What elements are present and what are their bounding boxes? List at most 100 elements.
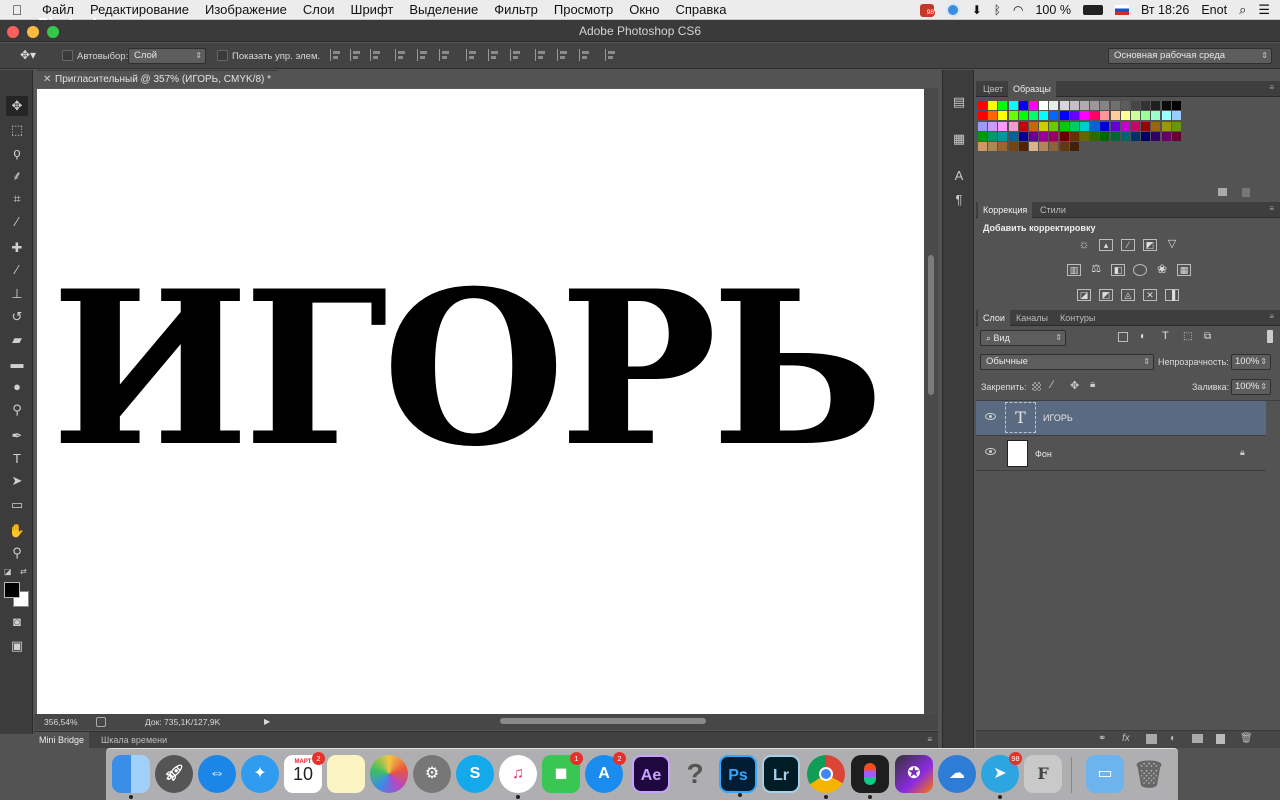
- layer-row-background[interactable]: Фон 🔒︎: [976, 436, 1266, 471]
- brush-tool-icon[interactable]: ∕: [6, 260, 28, 280]
- crop-tool-icon[interactable]: ⌗: [6, 189, 28, 209]
- color-swatch[interactable]: [1018, 111, 1028, 121]
- quick-mask-icon[interactable]: ◙: [6, 612, 28, 632]
- layer-visibility-eye-icon[interactable]: [985, 448, 996, 455]
- color-swatch[interactable]: [1039, 131, 1049, 141]
- color-swatch[interactable]: [1141, 131, 1151, 141]
- new-swatch-icon[interactable]: [1218, 188, 1227, 196]
- vertical-scroll-thumb[interactable]: [928, 255, 934, 395]
- lasso-tool-icon[interactable]: ϙ: [6, 143, 28, 163]
- color-swatch[interactable]: [1039, 121, 1049, 131]
- color-swatch[interactable]: [1131, 121, 1140, 131]
- invert-icon[interactable]: ◪: [1077, 289, 1091, 301]
- properties-panel-icon[interactable]: ▦: [951, 131, 967, 147]
- align-hcenter-icon[interactable]: [417, 49, 428, 61]
- menu-select[interactable]: Выделение: [401, 2, 486, 17]
- auto-select-checkbox[interactable]: [62, 50, 73, 61]
- new-layer-icon[interactable]: [1216, 734, 1225, 744]
- color-swatch[interactable]: [978, 131, 987, 141]
- skype-icon[interactable]: S: [456, 755, 494, 793]
- color-swatch[interactable]: [1110, 111, 1120, 121]
- photos-icon[interactable]: [370, 755, 408, 793]
- color-swatch[interactable]: [998, 101, 1008, 110]
- user-name[interactable]: Enot: [1201, 3, 1227, 17]
- color-swatch[interactable]: [1131, 111, 1140, 121]
- zoom-level[interactable]: 356,54%: [44, 714, 78, 730]
- vertical-scrollbar[interactable]: [924, 88, 938, 714]
- color-swatch[interactable]: [1131, 131, 1140, 141]
- bottom-panel-menu-icon[interactable]: ≡: [927, 735, 932, 744]
- color-swatch[interactable]: [1039, 101, 1049, 110]
- download-icon[interactable]: ⬇: [972, 3, 982, 17]
- color-swatch[interactable]: [1120, 101, 1130, 110]
- color-swatch[interactable]: [1018, 131, 1028, 141]
- color-swatch[interactable]: [1100, 101, 1110, 110]
- menu-view[interactable]: Просмотр: [546, 2, 621, 17]
- gradient-map-icon[interactable]: ▐: [1165, 289, 1179, 301]
- color-swatch[interactable]: [1059, 121, 1069, 131]
- show-transform-controls-checkbox[interactable]: [217, 50, 228, 61]
- history-panel-icon[interactable]: ▤: [951, 94, 967, 110]
- color-swatch[interactable]: [988, 142, 998, 152]
- blur-tool-icon[interactable]: ●: [6, 377, 28, 397]
- color-swatch[interactable]: [1090, 101, 1100, 110]
- color-swatch[interactable]: [998, 142, 1008, 152]
- tab-timeline[interactable]: Шкала времени: [96, 732, 172, 748]
- color-swatch[interactable]: [1080, 131, 1089, 141]
- photo-filter-icon[interactable]: [1133, 264, 1147, 276]
- facetime-icon[interactable]: ◼ 1: [542, 752, 583, 793]
- hand-tool-icon[interactable]: ✋: [6, 521, 28, 541]
- color-swatch[interactable]: [978, 111, 987, 121]
- color-swatch[interactable]: [1069, 111, 1079, 121]
- layer-row-text[interactable]: T ИГОРЬ: [976, 401, 1266, 436]
- color-swatch[interactable]: [1029, 121, 1038, 131]
- filter-toggle-icon[interactable]: [1267, 330, 1273, 343]
- swatches-panel-menu-icon[interactable]: ≡: [1269, 83, 1274, 92]
- menu-type[interactable]: Шрифт: [343, 2, 402, 17]
- color-swatch[interactable]: [1110, 131, 1120, 141]
- threshold-icon[interactable]: ◬: [1121, 289, 1135, 301]
- tab-channels[interactable]: Каналы: [1011, 310, 1053, 326]
- color-swatch[interactable]: [1039, 142, 1049, 152]
- color-swatch[interactable]: [1151, 111, 1161, 121]
- distribute-left-icon[interactable]: [535, 49, 546, 61]
- path-select-tool-icon[interactable]: ➤: [6, 471, 28, 491]
- filter-type-icon[interactable]: T: [1162, 330, 1169, 342]
- color-swatch[interactable]: [1008, 101, 1018, 110]
- swap-colors-icon[interactable]: ⇄: [20, 567, 27, 576]
- tab-color[interactable]: Цвет: [978, 81, 1008, 97]
- color-swatch[interactable]: [1018, 101, 1028, 110]
- tab-paths[interactable]: Контуры: [1055, 310, 1100, 326]
- curves-icon[interactable]: ⁄: [1121, 239, 1135, 251]
- color-swatch[interactable]: [1151, 101, 1161, 110]
- color-swatch[interactable]: [1161, 101, 1171, 110]
- rectangle-tool-icon[interactable]: ▭: [6, 495, 28, 515]
- color-swatch[interactable]: [1131, 101, 1140, 110]
- sync-icon[interactable]: [945, 3, 960, 17]
- color-swatch[interactable]: [1029, 111, 1038, 121]
- menu-layers[interactable]: Слои: [295, 2, 343, 17]
- chrome-icon[interactable]: [807, 755, 845, 799]
- notes-icon[interactable]: [327, 755, 365, 793]
- color-swatch[interactable]: [1161, 121, 1171, 131]
- lightroom-icon[interactable]: Lr: [762, 755, 800, 793]
- app-store-icon[interactable]: A2: [585, 752, 626, 793]
- paragraph-panel-icon[interactable]: ¶: [951, 192, 967, 208]
- color-swatch[interactable]: [1029, 131, 1038, 141]
- status-menu-arrow-icon[interactable]: ▶: [264, 714, 270, 730]
- lock-position-icon[interactable]: ✥: [1070, 379, 1079, 392]
- color-swatch[interactable]: [1161, 131, 1171, 141]
- delete-layer-icon[interactable]: 🗑︎: [1240, 733, 1253, 744]
- color-swatch[interactable]: [1120, 121, 1130, 131]
- filter-pixel-icon[interactable]: [1118, 332, 1128, 342]
- tab-layers[interactable]: Слои: [978, 310, 1010, 326]
- close-window-button[interactable]: [7, 26, 19, 38]
- zoom-window-button[interactable]: [47, 26, 59, 38]
- color-swatch[interactable]: [1090, 121, 1100, 131]
- delete-swatch-icon[interactable]: [1242, 188, 1250, 197]
- levels-icon[interactable]: ▴: [1099, 239, 1113, 251]
- pen-tool-icon[interactable]: ✒: [6, 426, 28, 446]
- exposure-icon[interactable]: ◩: [1143, 239, 1157, 251]
- color-swatch[interactable]: [1049, 142, 1059, 152]
- color-swatch[interactable]: [1069, 121, 1079, 131]
